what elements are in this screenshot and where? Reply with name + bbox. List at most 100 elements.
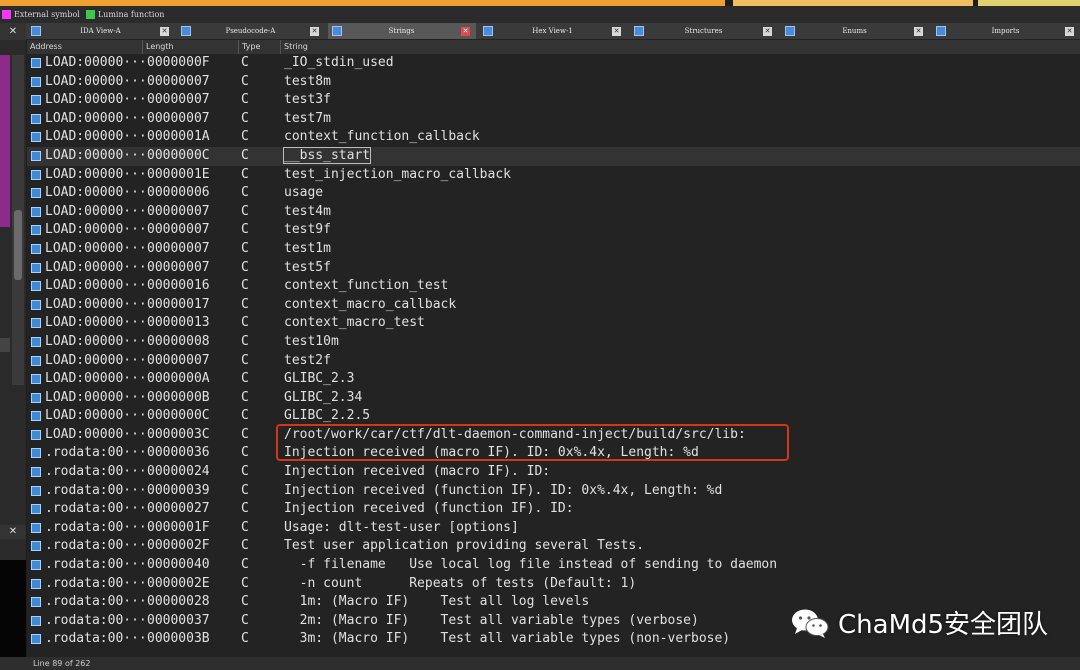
table-row[interactable]: LOAD:00000··· 00000007 Ctest5f	[27, 259, 1080, 278]
table-row[interactable]: .rodata:00··· 0000002E C -n count Repeats …	[27, 575, 1080, 594]
close-icon[interactable]: ✕	[612, 26, 621, 36]
close-icon[interactable]: ✕	[461, 26, 470, 36]
length-cell: 00000006	[147, 185, 210, 201]
string-cell: Test user application providing several …	[284, 538, 645, 554]
string-entry-icon	[31, 318, 41, 329]
column-header-string[interactable]: String	[281, 40, 1080, 54]
tab-hex-view-1[interactable]: Hex View-1 ✕	[479, 23, 627, 39]
string-cell: test3f	[284, 92, 331, 108]
table-row[interactable]: LOAD:00000··· 00000017 Ccontext_macro_call…	[27, 296, 1080, 315]
length-cell: 0000000C	[147, 147, 210, 163]
table-row[interactable]: .rodata:00··· 00000040 C -f filename Use l…	[27, 556, 1080, 575]
table-row[interactable]: LOAD:00000··· 00000007 Ctest1m	[27, 240, 1080, 259]
address-cell: LOAD:00000···	[45, 315, 147, 331]
address-cell: LOAD:00000···	[45, 222, 147, 238]
watermark-text: ChaMd5安全团队	[838, 610, 1049, 640]
address-cell: .rodata:00···	[45, 612, 147, 628]
legend-item: Lumina function	[85, 10, 164, 19]
column-header-type[interactable]: Type	[239, 40, 281, 54]
table-row[interactable]: .rodata:00··· 0000001F C Usage: dlt-test-us…	[27, 519, 1080, 538]
status-text: Line 89 of 262	[33, 659, 91, 668]
string-entry-icon	[31, 188, 41, 199]
close-icon[interactable]: ✕	[0, 23, 26, 40]
tab-strings[interactable]: Strings ✕	[328, 23, 476, 39]
wechat-icon	[792, 609, 829, 638]
string-entry-icon	[31, 374, 41, 385]
table-row[interactable]: .rodata:00··· 00000027 C Injection received…	[27, 500, 1080, 519]
address-cell: LOAD:00000···	[45, 129, 147, 145]
table-row[interactable]: LOAD:00000··· 0000000A C GLIBC_2.3	[27, 370, 1080, 389]
length-cell: 0000000F	[147, 55, 210, 70]
table-row[interactable]: LOAD:00000··· 0000000B C GLIBC_2.34	[27, 389, 1080, 408]
column-header-address[interactable]: Address	[27, 40, 143, 54]
length-cell: 00000037	[147, 612, 210, 628]
table-row[interactable]: LOAD:00000··· 00000007 Ctest7m	[27, 110, 1080, 129]
type-cell: C	[241, 222, 249, 238]
length-cell: 00000013	[147, 315, 210, 331]
table-row[interactable]: LOAD:00000··· 0000001A Ccontext_function_c…	[27, 128, 1080, 147]
close-icon[interactable]: ✕	[914, 26, 923, 36]
string-cell: test2f	[284, 352, 331, 368]
length-cell: 00000007	[147, 203, 210, 219]
address-cell: .rodata:00···	[45, 445, 147, 461]
length-cell: 0000003B	[147, 631, 210, 647]
table-row[interactable]: .rodata:00··· 00000039 C Injection received…	[27, 482, 1080, 501]
tab-structures[interactable]: Structures ✕	[630, 23, 778, 39]
output-panel	[0, 560, 26, 670]
type-cell: C	[241, 240, 249, 256]
table-row[interactable]: LOAD:00000··· 0000000F C _IO_stdin_used	[27, 54, 1080, 73]
table-row[interactable]: .rodata:00··· 00000024 C Injection received…	[27, 463, 1080, 482]
type-cell: C	[241, 73, 249, 89]
string-entry-icon	[31, 113, 41, 124]
table-row[interactable]: LOAD:00000··· 00000016 Ccontext_function_t…	[27, 277, 1080, 296]
string-entry-icon	[31, 429, 41, 440]
tab-pseudocode-a[interactable]: Pseudocode-A ✕	[177, 23, 325, 39]
table-row[interactable]: LOAD:00000··· 00000007 Ctest8m	[27, 73, 1080, 92]
string-cell: usage	[284, 185, 324, 201]
address-cell: .rodata:00···	[45, 631, 147, 647]
length-cell: 00000007	[147, 110, 210, 126]
type-cell: C	[241, 55, 249, 70]
legend-bar: External symbol Lumina function	[0, 6, 1080, 23]
scrollbar-thumb[interactable]	[14, 210, 22, 280]
type-cell: C	[241, 594, 249, 610]
table-row[interactable]: LOAD:00000··· 0000000C C __bss_start	[27, 146, 1080, 166]
type-cell: C	[241, 612, 249, 628]
close-icon[interactable]: ✕	[160, 26, 169, 36]
length-cell: 0000000A	[147, 371, 210, 387]
string-entry-icon	[31, 615, 41, 626]
string-cell: GLIBC_2.2.5	[284, 408, 371, 424]
close-icon[interactable]: ✕	[1065, 26, 1074, 36]
string-cell: GLIBC_2.34	[284, 389, 363, 405]
enums-icon	[785, 26, 795, 36]
table-row[interactable]: LOAD:00000··· 00000007 Ctest4m	[27, 203, 1080, 222]
tab-label: Hex View-1	[532, 27, 573, 35]
table-row[interactable]: LOAD:00000··· 00000008 Ctest10m	[27, 333, 1080, 352]
tab-enums[interactable]: Enums ✕	[781, 23, 929, 39]
close-icon[interactable]: ✕	[763, 26, 772, 36]
status-bar: Line 89 of 262	[0, 657, 1080, 670]
string-cell: test_injection_macro_callback	[284, 166, 511, 182]
table-row[interactable]: .rodata:00··· 0000002F C Test user applicat…	[27, 537, 1080, 556]
string-cell: -n count Repeats of tests (Default: 1)	[284, 575, 637, 591]
close-icon[interactable]: ✕	[310, 26, 319, 36]
tab-label: Enums	[842, 27, 867, 35]
string-cell: test7m	[284, 110, 331, 126]
table-row[interactable]: LOAD:00000··· 00000007 Ctest2f	[27, 352, 1080, 371]
table-row[interactable]: LOAD:00000··· 00000006 Cusage	[27, 184, 1080, 203]
column-header-length[interactable]: Length	[143, 40, 239, 54]
type-cell: C	[241, 371, 249, 387]
close-icon[interactable]: ✕	[0, 525, 26, 539]
string-cell: Usage: dlt-test-user [options]	[284, 519, 519, 535]
string-entry-icon	[31, 578, 41, 589]
address-cell: LOAD:00000···	[45, 371, 147, 387]
length-cell: 00000039	[147, 482, 210, 498]
table-row[interactable]: LOAD:00000··· 00000013 Ccontext_macro_test	[27, 314, 1080, 333]
tab-imports[interactable]: Imports ✕	[932, 23, 1080, 39]
string-cell: test10m	[284, 333, 339, 349]
table-row[interactable]: LOAD:00000··· 00000007 Ctest9f	[27, 221, 1080, 240]
tab-ida-view-a[interactable]: IDA View-A ✕	[27, 23, 175, 39]
table-row[interactable]: LOAD:00000··· 00000007 Ctest3f	[27, 91, 1080, 110]
type-cell: C	[241, 110, 249, 126]
table-row[interactable]: LOAD:00000··· 0000001E Ctest_injection_mac…	[27, 166, 1080, 185]
